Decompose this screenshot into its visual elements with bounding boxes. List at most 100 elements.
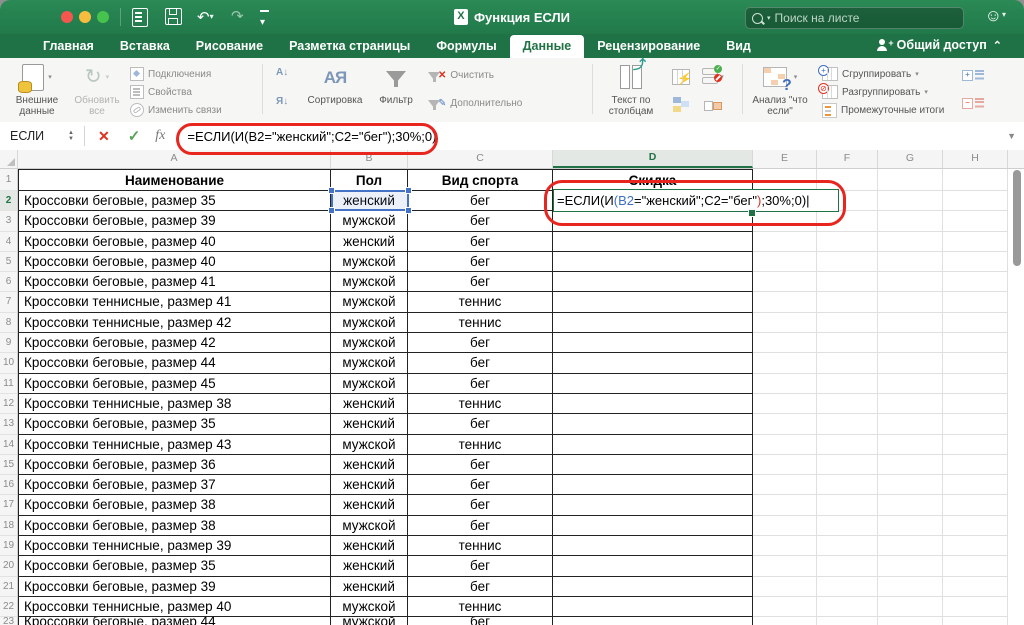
- row-header-14[interactable]: 14: [0, 435, 18, 455]
- cell-C20[interactable]: бег: [408, 556, 553, 576]
- cell-H16[interactable]: [943, 475, 1008, 495]
- cell-B12[interactable]: женский: [331, 394, 408, 414]
- cell-E15[interactable]: [753, 455, 817, 475]
- formula-bar-expand-icon[interactable]: ▼: [1007, 131, 1016, 141]
- cell-D17[interactable]: [553, 495, 753, 515]
- cell-G5[interactable]: [878, 252, 943, 272]
- cell-D9[interactable]: [553, 333, 753, 353]
- cell-G19[interactable]: [878, 536, 943, 556]
- hide-detail-button[interactable]: −: [962, 96, 984, 110]
- cell-H5[interactable]: [943, 252, 1008, 272]
- cell-A8[interactable]: Кроссовки теннисные, размер 42: [18, 313, 331, 333]
- tab-6[interactable]: Данные: [510, 35, 585, 58]
- fill-handle[interactable]: [748, 209, 756, 217]
- cell-C11[interactable]: бег: [408, 374, 553, 394]
- row-header-9[interactable]: 9: [0, 333, 18, 353]
- cell-H4[interactable]: [943, 232, 1008, 252]
- cell-D14[interactable]: [553, 435, 753, 455]
- cell-G4[interactable]: [878, 232, 943, 252]
- cell-F19[interactable]: [817, 536, 878, 556]
- connections-button[interactable]: Подключения: [130, 67, 211, 81]
- cell-E17[interactable]: [753, 495, 817, 515]
- cell-H12[interactable]: [943, 394, 1008, 414]
- cell-G18[interactable]: [878, 516, 943, 536]
- cancel-entry-icon[interactable]: ✕: [89, 128, 119, 145]
- selection-handle[interactable]: [405, 207, 412, 214]
- cell-D19[interactable]: [553, 536, 753, 556]
- group-button[interactable]: +Сгруппировать▾: [822, 67, 919, 81]
- cell-D1[interactable]: Скидка: [553, 169, 753, 191]
- cell-F4[interactable]: [817, 232, 878, 252]
- column-header-C[interactable]: C: [408, 150, 553, 168]
- cell-F13[interactable]: [817, 414, 878, 434]
- cell-E23[interactable]: [753, 617, 817, 625]
- cell-H11[interactable]: [943, 374, 1008, 394]
- cell-C18[interactable]: бег: [408, 516, 553, 536]
- cell-E1[interactable]: [753, 169, 817, 191]
- cell-E12[interactable]: [753, 394, 817, 414]
- cell-D7[interactable]: [553, 292, 753, 312]
- close-window-button[interactable]: [61, 11, 73, 23]
- cell-F14[interactable]: [817, 435, 878, 455]
- vertical-scrollbar-thumb[interactable]: [1013, 170, 1021, 266]
- zoom-window-button[interactable]: [97, 11, 109, 23]
- cell-F20[interactable]: [817, 556, 878, 576]
- cell-C8[interactable]: теннис: [408, 313, 553, 333]
- cell-F12[interactable]: [817, 394, 878, 414]
- properties-button[interactable]: Свойства: [130, 85, 192, 99]
- cell-G20[interactable]: [878, 556, 943, 576]
- cell-H9[interactable]: [943, 333, 1008, 353]
- cell-E13[interactable]: [753, 414, 817, 434]
- cell-D5[interactable]: [553, 252, 753, 272]
- subtotal-button[interactable]: Промежуточные итоги: [822, 103, 944, 118]
- cell-B18[interactable]: мужской: [331, 516, 408, 536]
- data-validation-button[interactable]: ✓ ▾: [700, 66, 726, 88]
- cell-C5[interactable]: бег: [408, 252, 553, 272]
- row-header-13[interactable]: 13: [0, 414, 18, 434]
- cell-G16[interactable]: [878, 475, 943, 495]
- cell-D16[interactable]: [553, 475, 753, 495]
- tab-8[interactable]: Вид: [713, 35, 764, 58]
- row-header-6[interactable]: 6: [0, 272, 18, 292]
- cell-C2[interactable]: бег: [408, 191, 553, 211]
- cell-A12[interactable]: Кроссовки теннисные, размер 38: [18, 394, 331, 414]
- insert-function-icon[interactable]: fx: [149, 128, 175, 144]
- cell-A17[interactable]: Кроссовки беговые, размер 38: [18, 495, 331, 515]
- column-header-F[interactable]: F: [817, 150, 878, 168]
- cell-B13[interactable]: женский: [331, 414, 408, 434]
- cell-C17[interactable]: бег: [408, 495, 553, 515]
- row-header-20[interactable]: 20: [0, 556, 18, 576]
- row-header-8[interactable]: 8: [0, 313, 18, 333]
- cell-C23[interactable]: бег: [408, 617, 553, 625]
- sort-descending-button[interactable]: Я↓: [276, 96, 288, 107]
- cell-F5[interactable]: [817, 252, 878, 272]
- name-box[interactable]: ЕСЛИ: [0, 129, 68, 143]
- ungroup-button[interactable]: ⊘Разгруппировать▾: [822, 85, 928, 99]
- row-header-3[interactable]: 3: [0, 211, 18, 231]
- clear-filter-button[interactable]: ✕Очистить: [428, 70, 494, 81]
- cell-B11[interactable]: мужской: [331, 374, 408, 394]
- edit-links-button[interactable]: Изменить связи: [130, 103, 222, 117]
- selection-handle[interactable]: [328, 207, 335, 214]
- cell-E20[interactable]: [753, 556, 817, 576]
- cell-F10[interactable]: [817, 353, 878, 373]
- cell-C15[interactable]: бег: [408, 455, 553, 475]
- cell-B8[interactable]: мужской: [331, 313, 408, 333]
- cell-B9[interactable]: мужской: [331, 333, 408, 353]
- row-header-10[interactable]: 10: [0, 353, 18, 373]
- cell-H1[interactable]: [943, 169, 1008, 191]
- cell-B14[interactable]: мужской: [331, 435, 408, 455]
- filter-button[interactable]: Фильтр: [372, 62, 420, 106]
- selection-handle[interactable]: [405, 187, 412, 194]
- cell-A5[interactable]: Кроссовки беговые, размер 40: [18, 252, 331, 272]
- cell-G15[interactable]: [878, 455, 943, 475]
- cell-H19[interactable]: [943, 536, 1008, 556]
- cell-A3[interactable]: Кроссовки беговые, размер 39: [18, 211, 331, 231]
- row-header-15[interactable]: 15: [0, 455, 18, 475]
- tab-5[interactable]: Формулы: [423, 35, 509, 58]
- formula-input[interactable]: =ЕСЛИ(И(B2="женский";C2="бег");30%;0): [175, 129, 436, 144]
- tab-2[interactable]: Вставка: [107, 35, 183, 58]
- new-workbook-icon[interactable]: [132, 8, 148, 27]
- cell-G12[interactable]: [878, 394, 943, 414]
- cell-B22[interactable]: мужской: [331, 597, 408, 617]
